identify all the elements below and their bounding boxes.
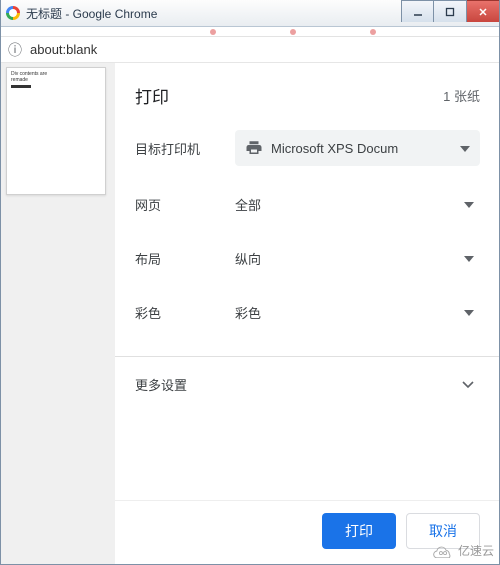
more-settings-label: 更多设置	[135, 375, 462, 394]
chevron-down-icon	[464, 303, 474, 321]
print-button-label: 打印	[345, 521, 373, 541]
print-button[interactable]: 打印	[322, 513, 396, 549]
chevron-down-icon	[462, 376, 474, 394]
page-count: 1 张纸	[443, 86, 480, 105]
color-value: 彩色	[235, 303, 464, 322]
destination-row: 目标打印机 Microsoft XPS Docum	[135, 130, 480, 166]
pages-select[interactable]: 全部	[235, 188, 480, 220]
pages-label: 网页	[135, 195, 235, 214]
tab-indicator	[290, 29, 296, 35]
cancel-button-label: 取消	[429, 521, 457, 541]
preview-text-line: remade	[11, 78, 101, 84]
print-settings-panel: 打印 1 张纸 目标打印机 Microsoft XPS Docum 网页	[115, 63, 500, 565]
close-button[interactable]	[467, 0, 500, 22]
pages-row: 网页 全部	[135, 188, 480, 220]
pages-value: 全部	[235, 195, 464, 214]
color-select[interactable]: 彩色	[235, 296, 480, 328]
tab-strip	[0, 27, 500, 37]
chevron-down-icon	[464, 195, 474, 213]
chevron-down-icon	[460, 139, 470, 157]
layout-label: 布局	[135, 249, 235, 268]
watermark: 亿速云	[432, 542, 494, 559]
info-icon[interactable]: ⓘ	[8, 40, 22, 60]
chevron-down-icon	[464, 249, 474, 267]
more-settings-toggle[interactable]: 更多设置	[135, 357, 480, 412]
destination-select[interactable]: Microsoft XPS Docum	[235, 130, 480, 166]
watermark-text: 亿速云	[458, 542, 494, 559]
maximize-button[interactable]	[434, 0, 467, 22]
print-title: 打印	[135, 83, 169, 108]
minimize-button[interactable]	[401, 0, 434, 22]
window-controls	[401, 0, 500, 26]
color-label: 彩色	[135, 303, 235, 322]
chrome-icon	[6, 6, 20, 20]
url-text: about:blank	[30, 42, 97, 57]
window-titlebar: 无标题 - Google Chrome	[0, 0, 500, 27]
color-row: 彩色 彩色	[135, 296, 480, 328]
tab-indicator	[370, 29, 376, 35]
cloud-icon	[432, 544, 454, 558]
preview-bar	[11, 85, 31, 88]
tab-indicator	[210, 29, 216, 35]
print-dialog: Div contents are remade 打印 1 张纸 目标打印机 Mi…	[0, 63, 500, 565]
destination-label: 目标打印机	[135, 139, 235, 158]
print-header: 打印 1 张纸	[135, 83, 480, 108]
preview-column: Div contents are remade	[0, 63, 115, 565]
layout-value: 纵向	[235, 249, 464, 268]
layout-row: 布局 纵向	[135, 242, 480, 274]
printer-icon	[245, 139, 263, 157]
preview-page[interactable]: Div contents are remade	[6, 67, 106, 195]
window-title: 无标题 - Google Chrome	[26, 5, 157, 22]
layout-select[interactable]: 纵向	[235, 242, 480, 274]
address-bar[interactable]: ⓘ about:blank	[0, 37, 500, 63]
destination-value: Microsoft XPS Docum	[271, 141, 460, 156]
